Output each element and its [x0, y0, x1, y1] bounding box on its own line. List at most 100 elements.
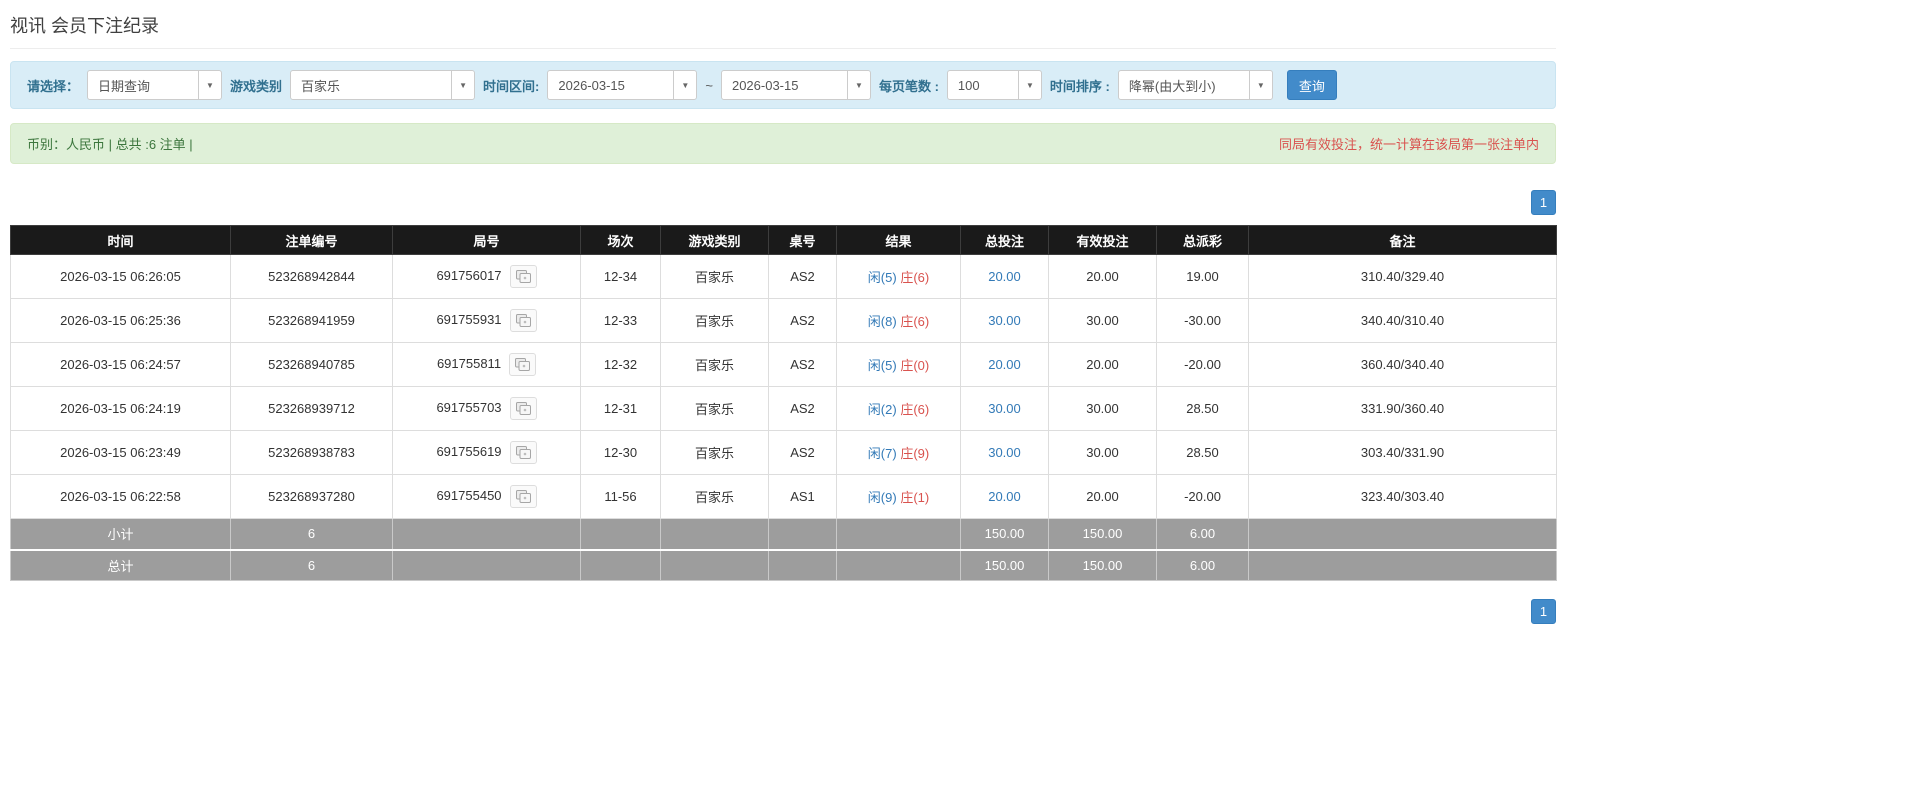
cell-time: 2026-03-15 06:24:57 — [10, 342, 231, 387]
footer-cell — [660, 549, 769, 581]
footer-cell — [392, 549, 581, 581]
cell-session: 12-31 — [580, 386, 661, 431]
chevron-down-icon[interactable]: ▼ — [198, 71, 222, 99]
video-replay-icon[interactable] — [509, 441, 537, 464]
cell-session: 12-32 — [580, 342, 661, 387]
subtotal-row: 小计 6 150.00 150.00 6.00 — [10, 518, 1557, 551]
total-bet-link[interactable]: 30.00 — [988, 445, 1021, 460]
footer-cell — [580, 518, 661, 551]
result-banker: 庄(0) — [900, 358, 930, 373]
chevron-down-icon[interactable]: ▼ — [1248, 71, 1272, 99]
page-title: 视讯 会员下注纪录 — [10, 16, 160, 36]
total-bet-link[interactable]: 30.00 — [988, 401, 1021, 416]
footer-cell — [768, 518, 837, 551]
cell-note: 331.90/360.40 — [1248, 386, 1557, 431]
video-replay-icon[interactable] — [509, 265, 537, 288]
query-type-select[interactable]: 日期查询 ▼ — [87, 70, 223, 100]
result-banker: 庄(1) — [900, 490, 930, 505]
chevron-down-icon[interactable]: ▼ — [451, 71, 475, 99]
result-banker: 庄(6) — [900, 402, 930, 417]
cell-total-bet: 20.00 — [960, 342, 1049, 387]
date-from-select[interactable]: 2026-03-15 ▼ — [547, 70, 698, 100]
cell-time: 2026-03-15 06:26:05 — [10, 254, 231, 299]
footer-cell: 6.00 — [1156, 549, 1249, 581]
date-to-value: 2026-03-15 — [731, 77, 799, 93]
page-button-1[interactable]: 1 — [1531, 190, 1556, 215]
cell-result: 闲(7) 庄(9) — [836, 430, 961, 475]
column-header: 总投注 — [960, 225, 1049, 255]
footer-cell — [768, 549, 837, 581]
pagination-top: 1 — [10, 190, 1556, 215]
result-player: 闲(8) — [867, 314, 897, 329]
column-header: 有效投注 — [1048, 225, 1157, 255]
footer-cell: 小计 — [10, 518, 231, 551]
cell-game-type: 百家乐 — [660, 254, 769, 299]
cell-note: 340.40/310.40 — [1248, 298, 1557, 343]
table-row: 2026-03-15 06:26:05 523268942844 6917560… — [10, 254, 1557, 299]
pagination-bottom: 1 — [10, 599, 1556, 624]
cell-table-no: AS2 — [768, 254, 837, 299]
cell-valid-bet: 30.00 — [1048, 386, 1157, 431]
chevron-down-icon[interactable]: ▼ — [1017, 71, 1041, 99]
cell-payout: -20.00 — [1156, 342, 1249, 387]
page-size-label: 每页笔数 : — [878, 78, 939, 94]
total-bet-link[interactable]: 30.00 — [988, 313, 1021, 328]
chevron-down-icon[interactable]: ▼ — [846, 71, 870, 99]
video-replay-icon[interactable] — [509, 309, 537, 332]
summary-bar: 币别：人民币 | 总共 :6 注单 | 同局有效投注，统一计算在该局第一张注单内 — [10, 123, 1556, 164]
sort-order-value: 降幂(由大到小) — [1128, 78, 1216, 94]
page-size-select[interactable]: 100 ▼ — [946, 70, 1042, 100]
footer-cell: 6 — [230, 549, 393, 581]
round-number: 691755450 — [436, 487, 502, 503]
footer-cell — [392, 518, 581, 551]
video-replay-icon[interactable] — [509, 353, 537, 376]
cell-note: 310.40/329.40 — [1248, 254, 1557, 299]
cell-table-no: AS2 — [768, 386, 837, 431]
game-type-select[interactable]: 百家乐 ▼ — [290, 70, 476, 100]
cell-session: 11-56 — [580, 474, 661, 519]
result-player: 闲(7) — [867, 446, 897, 461]
table-row: 2026-03-15 06:25:36 523268941959 6917559… — [10, 298, 1557, 343]
round-number: 691755931 — [436, 311, 502, 327]
footer-cell — [836, 518, 961, 551]
date-to-select[interactable]: 2026-03-15 ▼ — [720, 70, 871, 100]
page-header: 视讯 会员下注纪录 — [10, 12, 1556, 49]
video-replay-icon[interactable] — [509, 485, 537, 508]
page-button-1[interactable]: 1 — [1531, 599, 1556, 624]
cell-round: 691755811 — [392, 342, 581, 387]
result-banker: 庄(6) — [900, 314, 930, 329]
total-bet-link[interactable]: 20.00 — [988, 269, 1021, 284]
cell-result: 闲(8) 庄(6) — [836, 298, 961, 343]
cell-bet-id: 523268942844 — [230, 254, 393, 299]
search-button[interactable]: 查询 — [1286, 70, 1337, 100]
total-bet-link[interactable]: 20.00 — [988, 357, 1021, 372]
query-type-label: 请选择： — [27, 78, 80, 94]
summary-currency-text: 币别：人民币 | 总共 :6 注单 | — [27, 137, 193, 152]
result-player: 闲(5) — [867, 270, 897, 285]
cell-bet-id: 523268938783 — [230, 430, 393, 475]
cell-round: 691756017 — [392, 254, 581, 299]
cell-round: 691755703 — [392, 386, 581, 431]
sort-order-select[interactable]: 降幂(由大到小) ▼ — [1117, 70, 1273, 100]
footer-cell — [836, 549, 961, 581]
column-header: 游戏类别 — [660, 225, 769, 255]
table-body: 2026-03-15 06:26:05 523268942844 6917560… — [10, 254, 1557, 519]
footer-cell: 150.00 — [960, 549, 1049, 581]
column-header: 桌号 — [768, 225, 837, 255]
column-header: 注单编号 — [230, 225, 393, 255]
cell-payout: -30.00 — [1156, 298, 1249, 343]
footer-cell: 6.00 — [1156, 518, 1249, 551]
footer-cell — [1248, 518, 1557, 551]
cell-bet-id: 523268941959 — [230, 298, 393, 343]
video-replay-icon[interactable] — [509, 397, 537, 420]
filter-bar: 请选择： 日期查询 ▼ 游戏类别 百家乐 ▼ 时间区间: 2026-03-15 … — [10, 61, 1556, 109]
cell-valid-bet: 20.00 — [1048, 474, 1157, 519]
footer-cell: 150.00 — [1048, 549, 1157, 581]
result-player: 闲(2) — [867, 402, 897, 417]
chevron-down-icon[interactable]: ▼ — [673, 71, 697, 99]
column-header: 总派彩 — [1156, 225, 1249, 255]
total-bet-link[interactable]: 20.00 — [988, 489, 1021, 504]
cell-total-bet: 20.00 — [960, 474, 1049, 519]
cell-round: 691755619 — [392, 430, 581, 475]
table-row: 2026-03-15 06:24:57 523268940785 6917558… — [10, 342, 1557, 387]
